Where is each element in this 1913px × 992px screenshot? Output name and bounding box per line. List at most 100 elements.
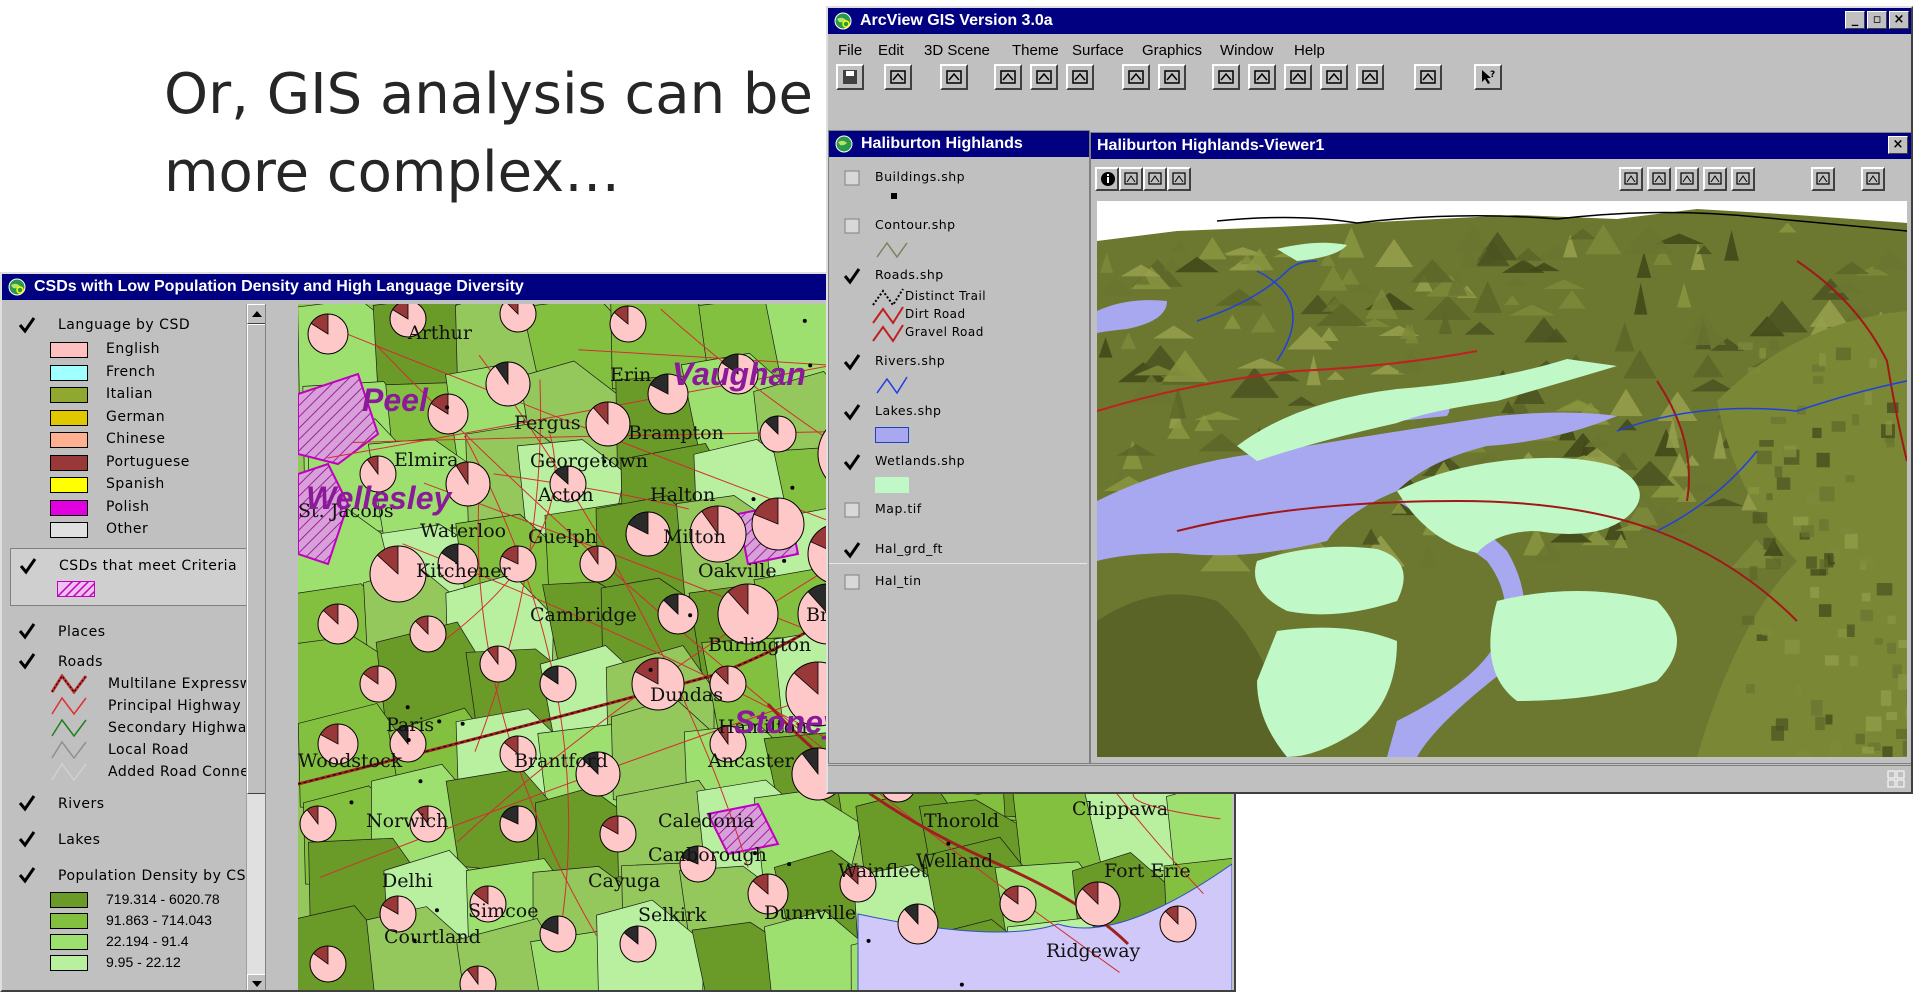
layer-label[interactable]: Wetlands.shp [875, 453, 965, 468]
check-icon[interactable] [18, 652, 36, 670]
pie-chart-marker[interactable] [1000, 886, 1036, 922]
layer-label[interactable]: Map.tif [875, 501, 922, 516]
map-place-label[interactable]: Elmira [394, 449, 458, 471]
map-place-label[interactable]: Arthur [408, 322, 472, 344]
zoom-in-button[interactable] [1703, 167, 1727, 191]
menu-edit[interactable]: Edit [878, 42, 904, 59]
pie-chart-marker[interactable] [658, 594, 698, 634]
map-place-label[interactable]: Fort Erie [1104, 860, 1191, 882]
pie-chart-marker[interactable] [580, 546, 616, 582]
map-place-label[interactable]: Oakville [698, 560, 777, 582]
map-place-label[interactable]: Ancaster [708, 750, 794, 772]
rotate-button[interactable] [1811, 167, 1835, 191]
save-button[interactable] [1861, 167, 1885, 191]
menu-help[interactable]: Help [1294, 42, 1325, 59]
pie-chart-marker[interactable] [752, 498, 804, 550]
layer-label[interactable]: Contour.shp [875, 217, 956, 232]
view-button[interactable] [940, 64, 968, 90]
check-icon[interactable] [18, 316, 36, 334]
map-place-label[interactable]: Brampton [628, 422, 724, 444]
layer-label[interactable]: Lakes.shp [875, 403, 941, 418]
unchecked-box-icon[interactable] [843, 169, 861, 187]
zoom-full-button[interactable] [1619, 167, 1643, 191]
pie-chart-marker[interactable] [1076, 882, 1120, 926]
map-place-label[interactable]: Brantford [514, 750, 608, 772]
unchecked-box-icon[interactable] [843, 217, 861, 235]
layer-label[interactable]: Buildings.shp [875, 169, 965, 184]
map-place-label[interactable]: Waterloo [420, 520, 506, 542]
scroll-thumb[interactable] [247, 324, 266, 794]
map-place-label[interactable]: Chippawa [1072, 798, 1168, 820]
criteria-legend-box[interactable]: CSDs that meet Criteria [10, 548, 266, 606]
zoom-out-button[interactable] [1731, 167, 1755, 191]
map-place-label[interactable]: Canborough [648, 844, 767, 866]
map-region-label[interactable]: Wellesley [306, 480, 451, 517]
pie-chart-marker[interactable] [310, 946, 346, 982]
layer-label[interactable]: Hal_grd_ft [875, 541, 943, 556]
map-place-label[interactable]: Wainfleet [838, 860, 928, 882]
check-icon[interactable] [843, 453, 861, 471]
scroll-down-button[interactable] [247, 974, 266, 992]
pie-chart-marker[interactable] [410, 616, 446, 652]
help-button[interactable]: ? [1474, 64, 1502, 90]
map-place-label[interactable]: Simcoe [468, 900, 538, 922]
check-icon[interactable] [18, 794, 36, 812]
zoom-active-button[interactable] [1647, 167, 1671, 191]
pie-chart-marker[interactable] [486, 362, 530, 406]
check-icon[interactable] [18, 866, 36, 884]
map-region-label[interactable]: Vaughan [672, 356, 806, 393]
zoom-in-button[interactable] [1320, 64, 1348, 90]
pie-chart-marker[interactable] [300, 806, 336, 842]
identify-button[interactable] [1095, 167, 1119, 191]
menu-window[interactable]: Window [1220, 42, 1273, 59]
layer-label[interactable]: Roads.shp [875, 267, 944, 282]
pie-chart-marker[interactable] [540, 916, 576, 952]
layout-button[interactable] [1414, 64, 1442, 90]
save-button[interactable] [836, 64, 864, 90]
menu-theme[interactable]: Theme [1012, 42, 1059, 59]
check-icon[interactable] [843, 353, 861, 371]
pie-chart-marker[interactable] [480, 646, 516, 682]
map-place-label[interactable]: Halton [650, 484, 715, 506]
map-place-label[interactable]: Dundas [650, 684, 723, 706]
pie-chart-marker[interactable] [586, 402, 630, 446]
check-icon[interactable] [18, 830, 36, 848]
unchecked-box-icon[interactable] [843, 573, 861, 591]
map-place-label[interactable]: Selkirk [638, 904, 707, 926]
map-place-label[interactable]: Dunnville [764, 902, 856, 924]
map-place-label[interactable]: Burlington [708, 634, 811, 656]
map-place-label[interactable]: Caledonia [658, 810, 754, 832]
map-place-label[interactable]: Georgetown [530, 450, 648, 472]
map-region-label[interactable]: Peel [362, 382, 428, 419]
minimize-button[interactable]: _ [1845, 11, 1865, 29]
map-place-label[interactable]: Cayuga [588, 870, 660, 892]
pie-chart-marker[interactable] [428, 394, 468, 434]
zoom-full-button[interactable] [1212, 64, 1240, 90]
terrain-view[interactable] [1097, 201, 1907, 757]
viewer-close-button[interactable]: × [1888, 136, 1908, 154]
menu-surface[interactable]: Surface [1072, 42, 1124, 59]
zoom-out-button[interactable] [1356, 64, 1384, 90]
map-place-label[interactable]: Ridgeway [1046, 940, 1140, 962]
pie-chart-marker[interactable] [610, 306, 646, 342]
map-place-label[interactable]: Courtland [384, 926, 481, 948]
zoom-select-button[interactable] [1675, 167, 1699, 191]
map-place-label[interactable]: Woodstock [298, 750, 402, 772]
map-place-label[interactable]: Acton [538, 484, 594, 506]
map-place-label[interactable]: Erin [610, 364, 651, 386]
table-button[interactable] [1066, 64, 1094, 90]
resize-grip-icon[interactable] [1887, 770, 1905, 788]
legend-scrollbar[interactable] [246, 304, 266, 992]
layer-label[interactable]: Hal_tin [875, 573, 922, 588]
navigate-button[interactable] [1167, 167, 1191, 191]
map-place-label[interactable]: Milton [663, 526, 726, 548]
check-icon[interactable] [843, 267, 861, 285]
map-place-label[interactable]: Kitchener [416, 560, 511, 582]
pie-chart-marker[interactable] [500, 806, 536, 842]
maximize-button[interactable]: ▫ [1867, 11, 1887, 29]
toc-titlebar[interactable]: Haliburton Highlands [829, 131, 1089, 157]
map-place-label[interactable]: Norwich [366, 810, 448, 832]
edit-legend-button[interactable] [1030, 64, 1058, 90]
pie-chart-marker[interactable] [360, 666, 396, 702]
check-icon[interactable] [843, 541, 861, 559]
